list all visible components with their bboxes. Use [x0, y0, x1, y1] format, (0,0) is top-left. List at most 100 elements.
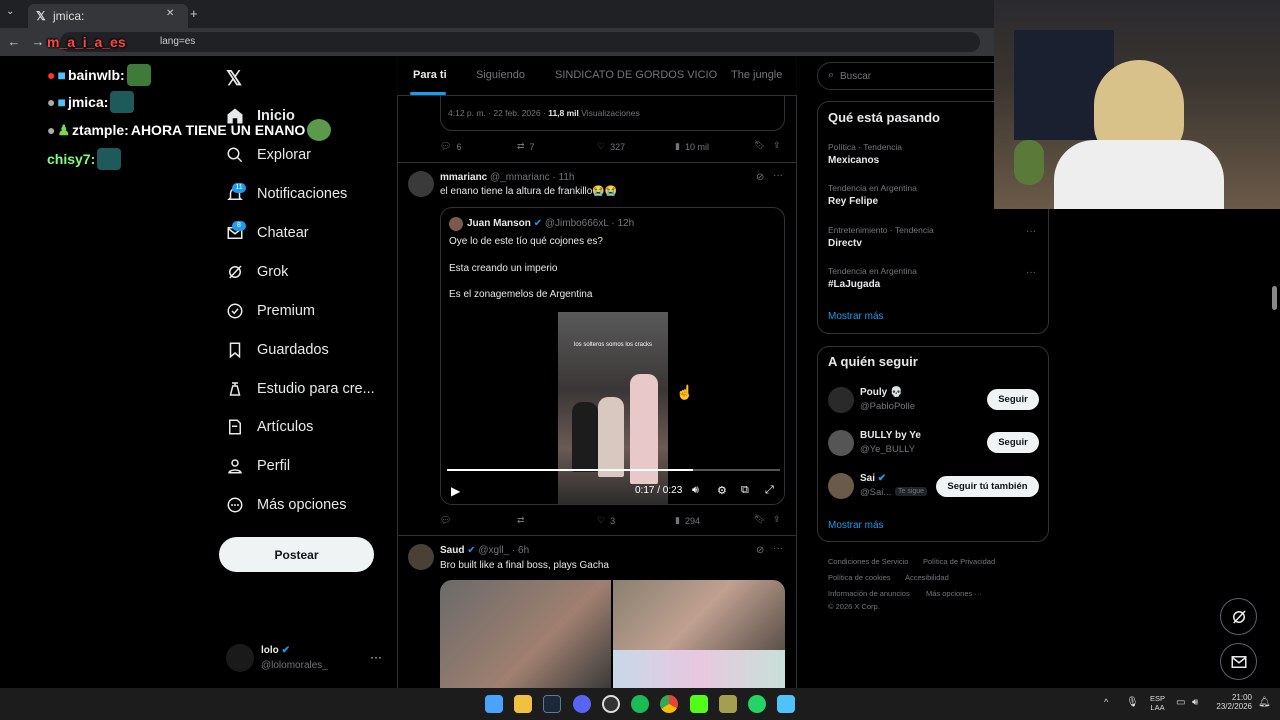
author-name[interactable]: Saud: [440, 545, 464, 556]
sidebar-item-grok[interactable]: Grok: [226, 257, 288, 287]
views-button[interactable]: ▮ 10 mil: [675, 141, 709, 152]
messages-float-button[interactable]: [1220, 643, 1257, 680]
forward-icon[interactable]: →: [30, 34, 46, 50]
network-icon[interactable]: ▭: [1176, 697, 1185, 708]
sidebar-item-creator-studio[interactable]: Estudio para cre...: [226, 374, 375, 404]
trend-name[interactable]: Directv: [828, 238, 862, 249]
views-button[interactable]: ▮ 294: [675, 515, 700, 526]
repost-button[interactable]: ⇄ 7: [517, 141, 535, 152]
sidebar-item-profile[interactable]: Perfil: [226, 451, 290, 481]
avatar[interactable]: [226, 644, 254, 672]
close-tab-icon[interactable]: ✕: [166, 8, 174, 19]
browser-tab[interactable]: 𝕏 jmica:: [28, 4, 188, 28]
clock[interactable]: 21:00 23/2/2026: [1212, 693, 1252, 711]
back-icon[interactable]: ←: [6, 34, 22, 50]
follow-back-button[interactable]: Seguir tú también: [936, 476, 1039, 497]
follow-name[interactable]: Sai ✔: [860, 473, 886, 484]
sidebar-item-bookmarks[interactable]: Guardados: [226, 335, 329, 365]
trend-name[interactable]: #LaJugada: [828, 279, 880, 290]
steam-icon[interactable]: [543, 695, 561, 713]
tray-chevron-icon[interactable]: ^: [1104, 697, 1108, 707]
app-icon[interactable]: [719, 695, 737, 713]
follow-name[interactable]: BULLY by Ye: [860, 430, 921, 441]
scrollbar[interactable]: [1272, 286, 1277, 310]
follow-button[interactable]: Seguir: [987, 432, 1039, 453]
tab-sindicato[interactable]: SINDICATO DE GORDOS VICIO: [555, 69, 717, 81]
spotify-icon[interactable]: [631, 695, 649, 713]
sidebar-item-premium[interactable]: Premium: [226, 296, 315, 326]
language-indicator[interactable]: ESP LAA: [1150, 694, 1165, 712]
repost-button[interactable]: ⇄: [517, 515, 530, 526]
notepad-icon[interactable]: [777, 695, 795, 713]
follow-show-more[interactable]: Mostrar más: [828, 520, 884, 531]
volume-icon[interactable]: 🔊︎: [692, 484, 699, 497]
search-input[interactable]: ⌕ Buscar: [817, 62, 1017, 90]
whatsapp-icon[interactable]: [748, 695, 766, 713]
follow-name[interactable]: Pouly 💀: [860, 387, 902, 398]
kick-icon[interactable]: [690, 695, 708, 713]
grok-icon[interactable]: ⊘: [756, 545, 764, 556]
play-icon[interactable]: ▶: [451, 484, 460, 498]
tab-list-icon[interactable]: ⌄: [6, 6, 14, 17]
avatar[interactable]: [828, 430, 854, 456]
trend-name[interactable]: Mexicanos: [828, 155, 879, 166]
new-tab-icon[interactable]: +: [190, 6, 198, 21]
url-field[interactable]: lang=es: [60, 32, 980, 52]
follow-button[interactable]: Seguir: [987, 389, 1039, 410]
more-icon[interactable]: ···: [773, 170, 783, 181]
tweet-media-image[interactable]: [613, 650, 785, 688]
footer-link[interactable]: Más opciones ···: [926, 589, 982, 598]
file-explorer-icon[interactable]: [514, 695, 532, 713]
footer-link[interactable]: Información de anuncios: [828, 589, 910, 598]
share-button[interactable]: ⇪: [773, 140, 781, 151]
like-button[interactable]: ♡ 3: [597, 515, 615, 526]
x-logo-icon[interactable]: 𝕏: [226, 66, 246, 90]
avatar[interactable]: [408, 544, 434, 570]
share-button[interactable]: ⇪: [773, 514, 781, 525]
video-player[interactable]: los solteros somos los cracks ▶ 0:17 / 0…: [441, 312, 784, 504]
settings-icon[interactable]: ⚙: [717, 484, 727, 497]
bookmark-button[interactable]: 🔖︎: [754, 514, 765, 525]
reply-button[interactable]: 💬︎ 6: [440, 141, 461, 152]
author-name[interactable]: mmarianc: [440, 172, 487, 183]
avatar[interactable]: [828, 473, 854, 499]
chrome-icon[interactable]: [660, 695, 678, 713]
volume-icon[interactable]: 🔊︎: [1192, 697, 1198, 708]
obs-icon[interactable]: [602, 695, 620, 713]
tweet-media-image[interactable]: [440, 580, 611, 688]
grok-float-button[interactable]: [1220, 598, 1257, 635]
account-name[interactable]: lolo ✔: [261, 645, 290, 656]
avatar[interactable]: [828, 387, 854, 413]
tab-the-jungle[interactable]: The jungle: [731, 69, 782, 81]
tab-following[interactable]: Siguiendo: [476, 69, 525, 81]
like-button[interactable]: ♡ 327: [597, 141, 625, 152]
sidebar-item-articles[interactable]: Artículos: [226, 412, 313, 442]
windows-start-icon[interactable]: [485, 695, 503, 713]
microphone-icon[interactable]: 🎙︎: [1126, 697, 1139, 708]
discord-icon[interactable]: [573, 695, 591, 713]
tab-for-you[interactable]: Para ti: [413, 69, 447, 81]
avatar[interactable]: [408, 171, 434, 197]
footer-link[interactable]: Condiciones de Servicio: [828, 557, 908, 566]
footer-link[interactable]: Accesibilidad: [905, 573, 949, 582]
footer-link[interactable]: Política de Privacidad: [923, 557, 995, 566]
sidebar-item-more[interactable]: Más opciones: [226, 490, 346, 520]
sidebar-item-explore[interactable]: Explorar: [226, 140, 311, 170]
bookmark-button[interactable]: 🔖︎: [754, 140, 765, 151]
trend-more-icon[interactable]: ···: [1026, 267, 1036, 278]
quoted-tweet[interactable]: Juan Manson ✔ @Jimbo666xL · 12h Oye lo d…: [440, 207, 785, 505]
reply-button[interactable]: 💬︎: [440, 515, 451, 526]
video-progress-track[interactable]: [447, 469, 780, 471]
post-button[interactable]: Postear: [219, 537, 374, 572]
grok-icon[interactable]: ⊘: [756, 172, 764, 183]
more-icon[interactable]: ···: [773, 543, 783, 554]
account-more-icon[interactable]: ···: [370, 650, 382, 664]
trend-name[interactable]: Rey Felipe: [828, 196, 878, 207]
trend-more-icon[interactable]: ···: [1026, 226, 1036, 237]
notifications-icon[interactable]: 🔔︎: [1258, 697, 1271, 708]
tweet-media-image[interactable]: [613, 580, 785, 650]
trends-show-more[interactable]: Mostrar más: [828, 311, 884, 322]
footer-link[interactable]: Política de cookies: [828, 573, 891, 582]
picture-in-picture-icon[interactable]: ⧉: [741, 484, 749, 497]
fullscreen-icon[interactable]: ⤢: [765, 484, 774, 497]
